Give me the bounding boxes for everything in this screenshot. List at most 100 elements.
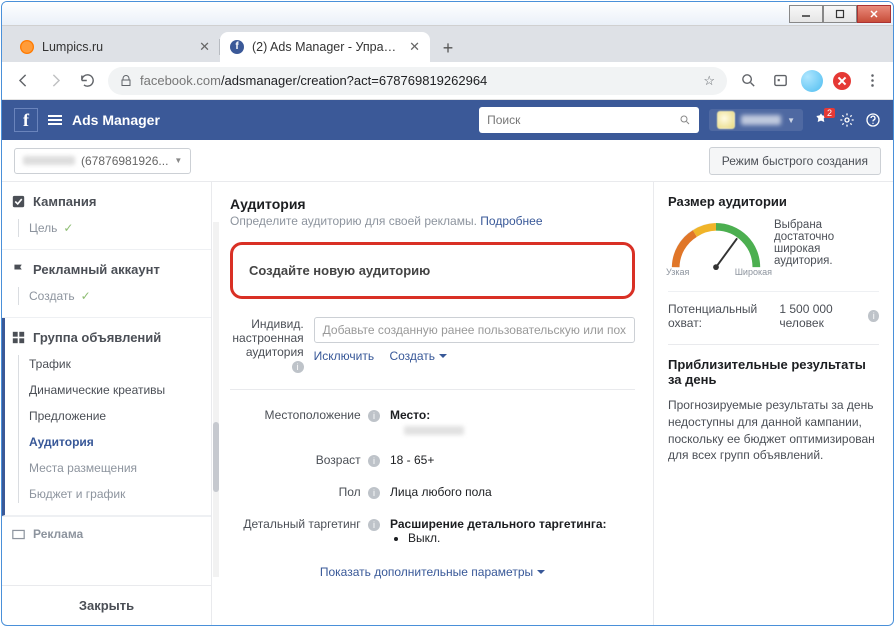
learn-more-link[interactable]: Подробнее	[480, 214, 542, 228]
left-footer: Закрыть	[2, 585, 211, 625]
gauge-label-narrow: Узкая	[666, 267, 689, 277]
row-detailed-targeting: Детальный таргетинг i Расширение детальн…	[230, 517, 635, 545]
fb-header: f Ads Manager Поиск ▼ 2	[2, 100, 893, 140]
nav-reload-button[interactable]	[76, 70, 98, 92]
browser-menu-button[interactable]	[861, 70, 883, 92]
nav-section-adaccount: Рекламный аккаунт Создать ✓	[2, 250, 211, 318]
targeting-expansion-value: Выкл.	[408, 531, 635, 545]
info-icon[interactable]: i	[368, 410, 380, 422]
nav-section-campaign: Кампания Цель ✓	[2, 182, 211, 250]
fb-subheader: (67876981926... ▼ Режим быстрого создани…	[2, 140, 893, 182]
search-icon	[679, 114, 691, 126]
fb-app-title: Ads Manager	[72, 112, 160, 128]
address-bar[interactable]: facebook.com/adsmanager/creation?act=678…	[108, 67, 727, 95]
profile-avatar[interactable]	[801, 70, 823, 92]
fb-account-name-blurred	[741, 115, 781, 125]
fb-notif-badge: 2	[824, 108, 835, 118]
flag-icon	[12, 263, 25, 276]
row-custom-audience: Индивид. настроенная аудитория i Добавьт…	[230, 317, 635, 373]
targeting-expansion-header: Расширение детального таргетинга:	[390, 517, 607, 531]
tab-close-icon[interactable]: ✕	[409, 39, 420, 55]
nav-head-adaccount[interactable]: Рекламный аккаунт	[12, 262, 201, 277]
fb-help-icon[interactable]	[865, 112, 881, 128]
nav-item-offer[interactable]: Предложение	[29, 407, 201, 425]
nav-head-campaign[interactable]: Кампания	[12, 194, 201, 209]
zoom-icon[interactable]	[737, 70, 759, 92]
audience-size-title: Размер аудитории	[668, 194, 879, 209]
browser-tab-adsmanager[interactable]: f (2) Ads Manager - Управление р ✕	[220, 32, 430, 62]
right-panel: Размер аудитории Узкая Широкая Выбрана д…	[653, 182, 893, 625]
exclude-link[interactable]: Исключить	[314, 349, 374, 363]
adblock-icon[interactable]	[833, 72, 851, 90]
extensions-icon[interactable]	[769, 70, 791, 92]
close-button[interactable]: Закрыть	[79, 598, 134, 613]
nav-item-create[interactable]: Создать ✓	[29, 287, 201, 305]
browser-tabstrip: Lumpics.ru ✕ f (2) Ads Manager - Управле…	[2, 26, 893, 62]
window-maximize-button[interactable]	[823, 5, 857, 23]
nav-section-adset: Группа объявлений Трафик Динамические кр…	[2, 318, 211, 516]
info-icon[interactable]: i	[368, 455, 380, 467]
nav-forward-button[interactable]	[44, 70, 66, 92]
gauge-label-wide: Широкая	[735, 267, 772, 277]
nav-item-dynamic-creatives[interactable]: Динамические креативы	[29, 381, 201, 399]
favicon-lumpics	[20, 40, 34, 54]
info-icon[interactable]: i	[868, 310, 879, 322]
ad-account-id: (67876981926...	[81, 154, 168, 168]
nav-head-ads[interactable]: Реклама	[12, 527, 201, 541]
ad-icon	[12, 528, 25, 541]
audience-gauge: Узкая Широкая	[668, 219, 764, 275]
reach-value: 1 500 000 человек	[779, 302, 868, 330]
nav-item-budget[interactable]: Бюджет и график	[29, 485, 201, 503]
tab-title: (2) Ads Manager - Управление р	[252, 40, 401, 54]
info-icon[interactable]: i	[368, 487, 380, 499]
ad-account-selector[interactable]: (67876981926... ▼	[14, 148, 191, 174]
check-icon: ✓	[63, 221, 73, 235]
fb-account-avatar	[717, 111, 735, 129]
fb-logo-icon[interactable]: f	[14, 108, 38, 132]
info-icon[interactable]: i	[368, 519, 380, 531]
quick-creation-button[interactable]: Режим быстрого создания	[709, 147, 881, 175]
nav-item-audience[interactable]: Аудитория	[29, 433, 201, 451]
estimated-results-section: Приблизительные результаты за день Прогн…	[668, 344, 879, 464]
favicon-facebook: f	[230, 40, 244, 54]
divider	[230, 389, 635, 390]
value-age: 18 - 65+	[390, 453, 635, 467]
estimated-results-title: Приблизительные результаты за день	[668, 357, 879, 387]
fb-settings-icon[interactable]	[839, 112, 855, 128]
hamburger-icon[interactable]	[48, 115, 62, 125]
fb-notifications-icon[interactable]: 2	[813, 112, 829, 128]
fb-account-pill[interactable]: ▼	[709, 109, 803, 131]
show-more-link[interactable]: Показать дополнительные параметры	[320, 565, 545, 579]
window-close-button[interactable]	[857, 5, 891, 23]
nav-back-button[interactable]	[12, 70, 34, 92]
fb-search-placeholder: Поиск	[487, 113, 520, 127]
custom-audience-input[interactable]: Добавьте созданную ранее пользовательску…	[314, 317, 635, 343]
tab-close-icon[interactable]: ✕	[199, 39, 210, 55]
create-dropdown[interactable]: Создать	[389, 349, 447, 363]
new-tab-button[interactable]: +	[434, 34, 462, 62]
row-gender: Пол i Лица любого пола	[230, 485, 635, 499]
label-gender: Пол i	[230, 485, 390, 499]
show-more-row: Показать дополнительные параметры	[230, 565, 635, 579]
main-panel: Аудитория Определите аудиторию для своей…	[212, 182, 653, 625]
nav-item-goal[interactable]: Цель ✓	[29, 219, 201, 237]
gauge-description: Выбрана достаточно широкая аудитория.	[774, 219, 879, 267]
nav-head-adset[interactable]: Группа объявлений	[12, 330, 201, 345]
nav-item-placements[interactable]: Места размещения	[29, 459, 201, 477]
row-age: Возраст i 18 - 65+	[230, 453, 635, 467]
label-targeting: Детальный таргетинг i	[230, 517, 390, 531]
label-custom-audience: Индивид. настроенная аудитория i	[230, 317, 314, 373]
value-gender: Лица любого пола	[390, 485, 635, 499]
ad-account-name-blurred	[23, 156, 75, 165]
location-value-blurred	[404, 426, 464, 435]
nav-item-traffic[interactable]: Трафик	[29, 355, 201, 373]
create-new-audience-callout[interactable]: Создайте новую аудиторию	[230, 242, 635, 299]
window-minimize-button[interactable]	[789, 5, 823, 23]
star-icon[interactable]: ☆	[703, 73, 715, 89]
info-icon[interactable]: i	[292, 361, 304, 373]
fb-search-input[interactable]: Поиск	[479, 107, 699, 133]
checkbox-checked-icon	[12, 195, 25, 208]
section-title: Аудитория	[230, 196, 635, 212]
browser-tab-lumpics[interactable]: Lumpics.ru ✕	[10, 32, 220, 62]
check-icon: ✓	[81, 289, 91, 303]
